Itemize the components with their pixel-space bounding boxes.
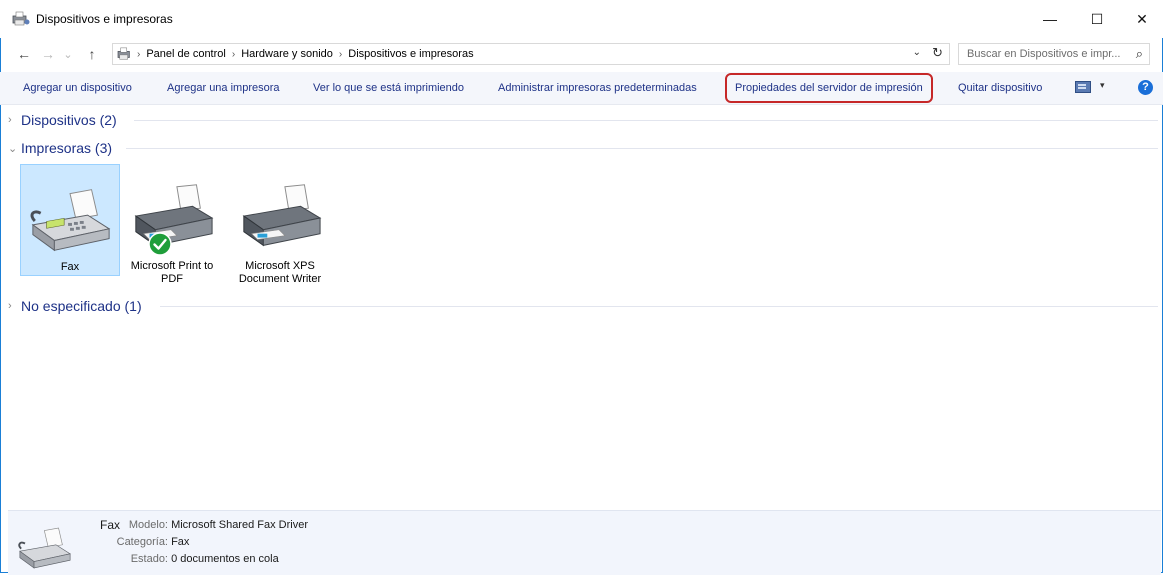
up-arrow-icon[interactable]: ↑ (82, 44, 102, 64)
group-printers-label: Impresoras (3) (21, 140, 113, 156)
breadcrumb-devices-printers[interactable]: Dispositivos e impresoras (348, 48, 473, 60)
forward-arrow-icon[interactable]: → (38, 44, 58, 64)
device-tile-fax[interactable]: Fax (20, 164, 120, 276)
breadcrumb-separator: › (231, 48, 236, 60)
details-category-row: Categoría: Fax (116, 536, 190, 548)
see-printing-button[interactable]: Ver lo que se está imprimiendo (313, 72, 464, 104)
chevron-right-icon: › (8, 114, 12, 126)
add-printer-button[interactable]: Agregar una impresora (167, 72, 280, 104)
details-state-key: Estado: (130, 553, 168, 565)
address-bar[interactable]: › Panel de control › Hardware y sonido ›… (112, 43, 950, 65)
device-label-line1: Microsoft XPS (245, 260, 315, 272)
breadcrumb-separator: › (137, 48, 141, 60)
control-panel-icon (117, 47, 130, 60)
refresh-icon[interactable]: ↻ (932, 45, 943, 61)
recent-locations-chevron-icon[interactable]: ⌄ (58, 44, 78, 64)
help-icon[interactable]: ? (1138, 80, 1153, 95)
details-model-row: Modelo: Microsoft Shared Fax Driver (128, 519, 308, 531)
printer-icon (134, 184, 214, 247)
search-placeholder: Buscar en Dispositivos e impr... (967, 48, 1121, 60)
address-row: ← → ⌄ ↑ › Panel de control › Hardware y … (0, 38, 1163, 70)
details-state-row: Estado: 0 documentos en cola (120, 553, 279, 565)
device-label: Fax (60, 261, 80, 273)
group-unspecified-label: No especificado (1) (21, 298, 142, 314)
device-tile-microsoft-xps-document-writer[interactable]: Microsoft XPS Document Writer (230, 164, 330, 285)
remove-device-button[interactable]: Quitar dispositivo (958, 72, 1042, 104)
printer-icon (242, 184, 322, 247)
details-category-value: Fax (171, 536, 190, 548)
device-label: Microsoft Print to PDF (122, 260, 222, 286)
default-printer-check-icon (148, 232, 172, 256)
group-divider (160, 306, 1158, 307)
window-title: Dispositivos e impresoras (36, 12, 173, 26)
breadcrumb-hardware-sound[interactable]: Hardware y sonido (241, 48, 333, 60)
view-options-chevron-icon[interactable]: ▾ (1100, 80, 1105, 91)
details-model-key: Modelo: (128, 519, 168, 531)
group-divider (126, 148, 1158, 149)
change-view-icon[interactable] (1075, 81, 1091, 93)
details-device-name: Fax (100, 518, 121, 532)
details-model-value: Microsoft Shared Fax Driver (171, 519, 308, 531)
group-devices-label: Dispositivos (2) (21, 112, 117, 128)
add-device-button[interactable]: Agregar un dispositivo (23, 72, 132, 104)
devices-printers-icon (12, 11, 30, 26)
group-printers[interactable]: ⌄ Impresoras (3) (8, 138, 1158, 158)
command-bar: Agregar un dispositivo Agregar una impre… (0, 72, 1163, 105)
device-label-line2: PDF (161, 273, 183, 285)
group-divider (134, 120, 1158, 121)
group-devices[interactable]: › Dispositivos (2) (8, 110, 1158, 130)
details-state-value: 0 documentos en cola (171, 553, 279, 565)
device-tile-microsoft-print-to-pdf[interactable]: Microsoft Print to PDF (122, 164, 222, 285)
breadcrumb-control-panel[interactable]: Panel de control (146, 48, 226, 60)
manage-default-printers-button[interactable]: Administrar impresoras predeterminadas (498, 72, 697, 104)
chevron-right-icon: › (8, 300, 12, 312)
back-arrow-icon[interactable]: ← (14, 44, 34, 64)
fax-icon (18, 527, 71, 569)
breadcrumb-separator: › (338, 48, 343, 60)
close-button[interactable]: ✕ (1119, 0, 1163, 38)
print-server-properties-button[interactable]: Propiedades del servidor de impresión (725, 73, 933, 103)
device-label: Microsoft XPS Document Writer (230, 260, 330, 286)
title-bar: Dispositivos e impresoras — ☐ ✕ (0, 0, 1163, 38)
device-label-line1: Microsoft Print to (130, 260, 214, 272)
search-icon[interactable]: ⌕ (1136, 46, 1143, 62)
minimize-button[interactable]: — (1027, 0, 1073, 38)
chevron-down-icon: ⌄ (8, 142, 18, 155)
details-category-key: Categoría: (116, 536, 168, 548)
address-dropdown-icon[interactable]: ⌄ (913, 47, 921, 58)
maximize-button[interactable]: ☐ (1074, 0, 1120, 38)
fax-icon (30, 189, 111, 252)
details-pane: Fax Modelo: Microsoft Shared Fax Driver … (8, 510, 1161, 575)
device-label-line2: Document Writer (238, 273, 322, 285)
group-unspecified[interactable]: › No especificado (1) (8, 296, 1158, 316)
search-input[interactable]: Buscar en Dispositivos e impr... ⌕ (958, 43, 1150, 65)
